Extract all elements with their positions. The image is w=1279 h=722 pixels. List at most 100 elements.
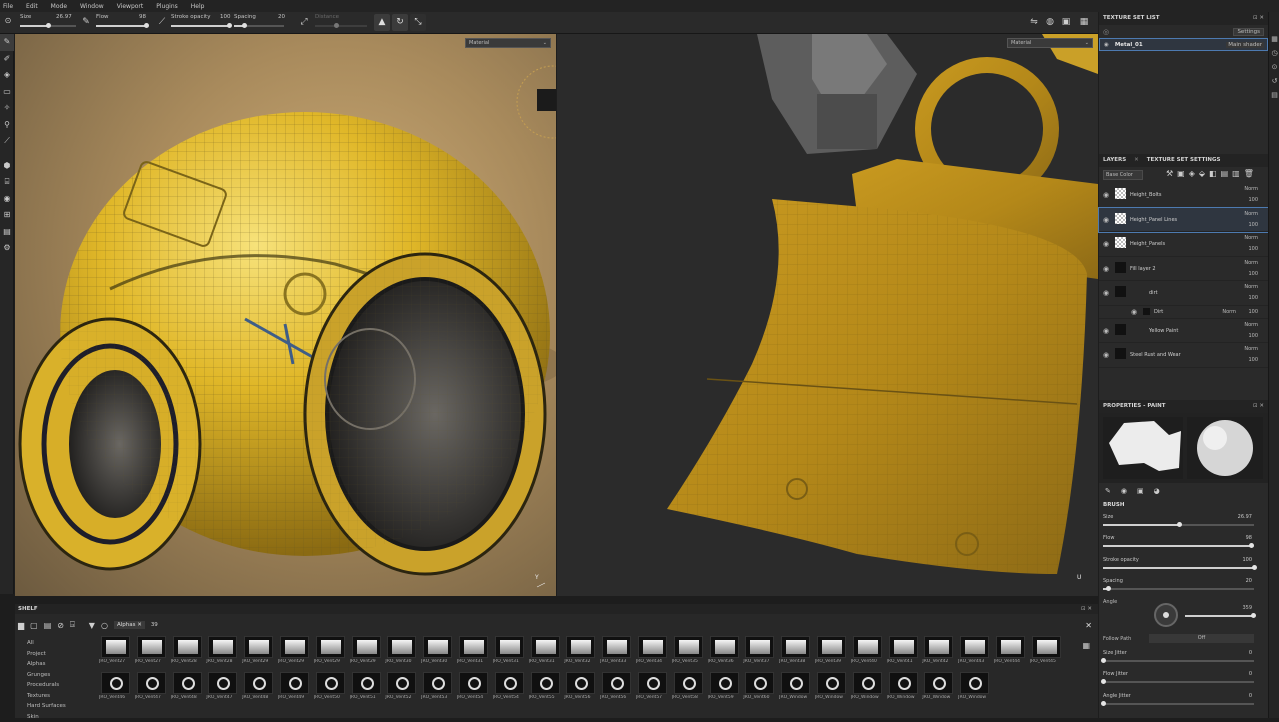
shelf-item[interactable]: JRO_Vent51 [349, 670, 385, 706]
shelf-item[interactable]: JRO_Vent31 [492, 634, 528, 670]
size-jitter-slider[interactable] [1103, 660, 1254, 662]
clone-icon[interactable]: ⚲ [0, 117, 14, 134]
shelf-item[interactable]: JRO_Vent29 [277, 634, 313, 670]
stroke-opacity-value[interactable]: 100 [220, 14, 231, 20]
shelf-item[interactable]: JRO_Vent57 [635, 670, 671, 706]
paint-brush-icon[interactable]: ✎ [0, 34, 14, 51]
shelf-item[interactable]: JRO_Vent33 [599, 634, 635, 670]
shelf-item[interactable]: JRO_Vent41 [886, 634, 922, 670]
shelf-item[interactable]: JRO_Vent38 [778, 634, 814, 670]
shelf-item[interactable]: JRO_Vent56 [563, 670, 599, 706]
blend-mode[interactable]: Norm [1244, 284, 1258, 290]
spacing-slider[interactable] [234, 25, 284, 27]
flow-value[interactable]: 98 [139, 14, 146, 20]
eye-icon[interactable]: ◉ [1103, 240, 1109, 248]
shelf-item[interactable]: JRO_Vent47 [134, 670, 170, 706]
follow-path-toggle[interactable]: Off [1149, 634, 1254, 643]
shelf-item[interactable]: JRO_Vent49 [277, 670, 313, 706]
export-icon[interactable]: ⍈ [70, 620, 75, 630]
blend-mode[interactable]: Norm [1244, 346, 1258, 352]
brush-tab-icon[interactable]: ✎ [1105, 487, 1111, 495]
spacing-property-slider[interactable] [1103, 588, 1254, 590]
shelf-item[interactable]: JRO_Vent47 [205, 670, 241, 706]
eraser-icon[interactable]: ✐ [0, 51, 14, 68]
menu-window[interactable]: Window [80, 3, 104, 10]
shader-settings-icon[interactable]: ⊙ [1269, 60, 1279, 74]
layer-actions-icons[interactable]: ⚒▣◈⬙◧▤▥🗑 [1166, 169, 1258, 178]
eye-icon[interactable]: ◉ [1131, 308, 1137, 316]
geometry-mask-icon[interactable]: ▭ [0, 84, 14, 101]
shelf-item[interactable]: JRO_Window [957, 670, 993, 706]
flow-jitter-value[interactable]: 0 [1249, 671, 1252, 677]
history-icon[interactable]: ↺ [1269, 74, 1279, 88]
shader-select[interactable]: Main shader [1226, 42, 1264, 48]
blend-mode[interactable]: Norm [1244, 211, 1258, 217]
viewport-3d[interactable]: Y Material⌄ [15, 34, 556, 596]
layer-row[interactable]: ◉Height_Panel LinesNorm100 [1099, 208, 1268, 233]
shelf-item[interactable]: JRO_Vent53 [420, 670, 456, 706]
stroke-opacity-property-value[interactable]: 100 [1242, 557, 1252, 563]
size-space-button[interactable]: ↻ [392, 14, 408, 31]
angle-value[interactable]: 359 [1242, 605, 1252, 611]
shelf-item[interactable]: JRO_Vent56 [599, 670, 635, 706]
shelf-item[interactable]: JRO_Vent34 [635, 634, 671, 670]
stroke-opacity-slider[interactable] [171, 25, 229, 27]
shelf-item[interactable]: JRO_Vent48 [241, 670, 277, 706]
eye-icon[interactable]: ◉ [1103, 216, 1109, 224]
eye-icon[interactable]: ◉ [1104, 42, 1109, 48]
tab-layers[interactable]: LAYERS [1103, 154, 1126, 167]
stencil-tab-icon[interactable]: ▣ [1137, 487, 1144, 495]
camera-icon[interactable]: ▣ [1060, 16, 1072, 28]
angle-jitter-slider[interactable] [1103, 703, 1254, 705]
shelf-item[interactable]: JRO_Window [850, 670, 886, 706]
layer-opacity[interactable]: 100 [1248, 271, 1258, 277]
shelf-item[interactable]: JRO_Window [886, 670, 922, 706]
shelf-item[interactable]: JRO_Vent58 [671, 670, 707, 706]
eye-icon[interactable]: ◉ [1103, 327, 1109, 335]
shelf-category[interactable]: Textures [27, 691, 95, 702]
shelf-item[interactable]: JRO_Vent31 [456, 634, 492, 670]
shelf-item[interactable]: JRO_Vent42 [921, 634, 957, 670]
shelf-item[interactable]: JRO_Vent29 [241, 634, 277, 670]
layer-row[interactable]: ◉Fill layer 2Norm100 [1099, 257, 1268, 282]
blend-mode[interactable]: Norm [1244, 186, 1258, 192]
flow-slider[interactable] [96, 25, 148, 27]
shelf-category[interactable]: Alphas [27, 659, 95, 670]
shelf-search-input[interactable]: 39 [151, 622, 158, 628]
blend-mode[interactable]: Norm [1244, 322, 1258, 328]
material-picker-icon[interactable]: ◉ [0, 191, 14, 208]
smudge-icon[interactable]: ✧ [0, 100, 14, 117]
tab-close-icon[interactable]: ✕ [1134, 154, 1139, 167]
display-settings-icon[interactable]: ◷ [1269, 46, 1279, 60]
blend-mode[interactable]: Norm [1222, 309, 1236, 315]
spacing-value[interactable]: 20 [278, 14, 285, 20]
shelf-item[interactable]: JRO_Vent32 [563, 634, 599, 670]
blend-mode[interactable]: Norm [1244, 260, 1258, 266]
menu-plugins[interactable]: Plugins [156, 3, 178, 10]
shelf-item[interactable]: JRO_Vent44 [993, 634, 1029, 670]
shelf-item[interactable]: JRO_Vent48 [170, 670, 206, 706]
layer-opacity[interactable]: 100 [1248, 295, 1258, 301]
shelf-item[interactable]: JRO_Vent60 [742, 670, 778, 706]
mirror-icon[interactable]: ⇋ [1028, 16, 1040, 28]
shelf-item[interactable]: JRO_Vent27 [134, 634, 170, 670]
render-icon[interactable]: ▤ [0, 224, 14, 241]
stroke-opacity-property-slider[interactable] [1103, 567, 1254, 569]
shelf-item[interactable]: JRO_Vent30 [420, 634, 456, 670]
shelf-item[interactable]: JRO_Window [778, 670, 814, 706]
menu-help[interactable]: Help [191, 3, 205, 10]
layer-row[interactable]: ◉Steel Rust and WearNorm100 [1099, 343, 1268, 368]
shelf-item[interactable]: JRO_Vent39 [814, 634, 850, 670]
layer-opacity[interactable]: 100 [1248, 333, 1258, 339]
viewport-2d[interactable]: U Material⌄ [557, 34, 1098, 596]
size-property-slider[interactable] [1103, 524, 1254, 526]
projection-icon[interactable]: ◈ [0, 67, 14, 84]
id-mask-icon[interactable]: ⊞ [0, 207, 14, 224]
display-settings-icon[interactable]: ▦ [1078, 16, 1090, 28]
flow-jitter-slider[interactable] [1103, 681, 1254, 683]
layer-row[interactable]: ◉dirtNorm100 [1099, 281, 1268, 306]
shelf-item[interactable]: JRO_Vent45 [1029, 634, 1065, 670]
shelf-item[interactable]: JRO_Vent28 [205, 634, 241, 670]
lazy-mouse-icon[interactable]: ⤢ [298, 16, 310, 28]
shelf-category[interactable]: Project [27, 649, 95, 660]
